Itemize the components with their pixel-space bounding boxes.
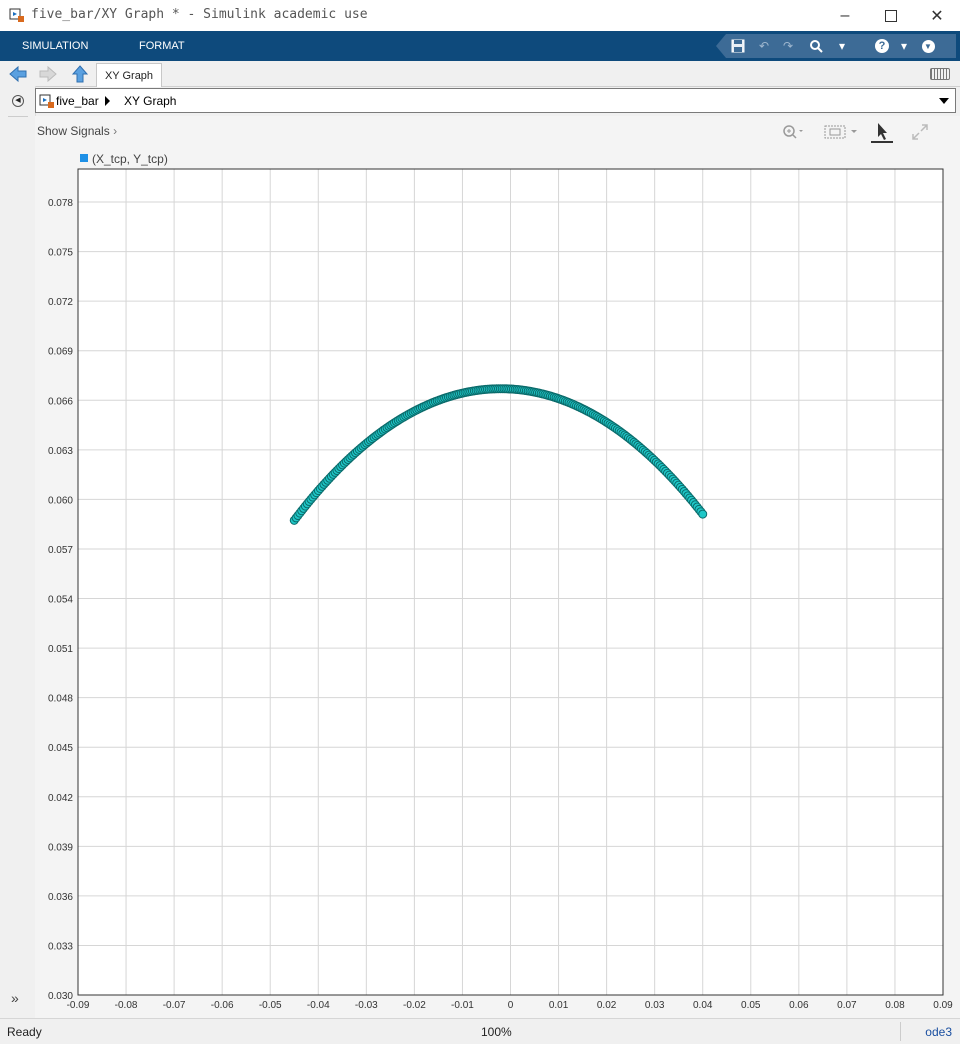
x-tick-label: -0.03 (355, 1000, 378, 1011)
back-arrow-icon[interactable] (8, 64, 28, 84)
expand-icon[interactable]: » (11, 990, 19, 1006)
navigation-row: XY Graph (0, 61, 960, 87)
minimize-icon[interactable]: – (822, 0, 868, 31)
y-tick-label: 0.042 (48, 793, 73, 804)
x-tick-label: 0.05 (741, 1000, 761, 1011)
status-text: Ready (7, 1025, 42, 1039)
status-divider (900, 1022, 901, 1041)
show-signals-label: Show Signals (37, 124, 110, 138)
y-tick-label: 0.033 (48, 941, 73, 952)
x-tick-label: -0.05 (259, 1000, 282, 1011)
x-tick-label: -0.02 (403, 1000, 426, 1011)
quick-access-toolbar: ↶ ↷ ▾ ? ▾ ▼ (716, 34, 956, 58)
x-tick-label: 0.04 (693, 1000, 713, 1011)
y-tick-label: 0.078 (48, 198, 73, 209)
search-icon[interactable] (808, 38, 824, 54)
x-tick-label: 0 (508, 1000, 514, 1011)
y-tick-label: 0.036 (48, 892, 73, 903)
legend-swatch (80, 154, 88, 162)
y-tick-label: 0.030 (48, 991, 73, 1002)
x-tick-label: 0.09 (933, 1000, 953, 1011)
y-tick-label: 0.063 (48, 446, 73, 457)
y-tick-label: 0.072 (48, 297, 73, 308)
window-title: five_bar/XY Graph * - Simulink academic … (31, 7, 368, 22)
collapse-icon[interactable]: ▼ (920, 38, 936, 54)
help-icon[interactable]: ? (874, 38, 890, 54)
tab-simulation[interactable]: SIMULATION (22, 40, 88, 52)
cursor-icon[interactable] (871, 121, 893, 143)
x-tick-label: 0.03 (645, 1000, 665, 1011)
title-bar: five_bar/XY Graph * - Simulink academic … (0, 0, 960, 32)
xy-plot[interactable]: -0.09 -0.08 -0.07 -0.06 -0.05 -0.04 -0.03 -0.02… (35, 165, 955, 1015)
y-tick-label: 0.057 (48, 545, 73, 556)
x-tick-label: 0.01 (549, 1000, 569, 1011)
legend-label: (X_tcp, Y_tcp) (92, 152, 168, 166)
hide-browser-icon[interactable]: ◀ (12, 95, 24, 107)
left-strip: ◀ » (0, 86, 36, 1018)
zoom-level: 100% (481, 1025, 512, 1039)
x-tick-label: -0.06 (211, 1000, 234, 1011)
keyboard-icon[interactable] (930, 68, 950, 80)
undo-icon[interactable]: ↶ (756, 38, 772, 54)
x-tick-label: 0.02 (597, 1000, 617, 1011)
x-tick-label: 0.07 (837, 1000, 857, 1011)
y-tick-label: 0.066 (48, 396, 73, 407)
forward-arrow-icon[interactable] (38, 64, 58, 84)
breadcrumb-separator-icon (105, 96, 110, 106)
simulink-app-icon (9, 8, 24, 22)
address-dropdown-icon[interactable] (939, 98, 949, 104)
y-tick-label: 0.060 (48, 495, 73, 506)
y-tick-label: 0.039 (48, 842, 73, 853)
data-point (698, 509, 708, 519)
breadcrumb-block[interactable]: XY Graph (124, 94, 176, 108)
model-icon (39, 94, 54, 108)
zoom-icon[interactable] (782, 121, 804, 143)
y-tick-label: 0.075 (48, 248, 73, 259)
y-tick-label: 0.054 (48, 595, 73, 606)
x-tick-label: 0.08 (885, 1000, 905, 1011)
fit-view-icon[interactable] (824, 121, 862, 143)
tab-xy-graph[interactable]: XY Graph (96, 63, 162, 87)
x-tick-label: 0.06 (789, 1000, 809, 1011)
x-tick-label: -0.04 (307, 1000, 330, 1011)
y-tick-label: 0.045 (48, 743, 73, 754)
y-tick-label: 0.048 (48, 694, 73, 705)
maximize-icon[interactable] (868, 0, 914, 31)
up-arrow-icon[interactable] (70, 64, 90, 84)
show-signals-button[interactable]: Show Signals › (37, 124, 117, 138)
breadcrumb-model[interactable]: five_bar (56, 94, 99, 108)
x-tick-label: -0.08 (115, 1000, 138, 1011)
expand-plot-icon[interactable] (909, 121, 931, 143)
toolstrip: SIMULATION FORMAT ↶ ↷ ▾ ? ▾ ▼ (0, 31, 960, 61)
address-bar[interactable]: five_bar XY Graph (35, 88, 956, 113)
x-tick-label: -0.01 (451, 1000, 474, 1011)
y-tick-label: 0.069 (48, 347, 73, 358)
redo-icon[interactable]: ↷ (780, 38, 796, 54)
close-icon[interactable]: ✕ (914, 0, 960, 31)
more-icon[interactable]: ▾ (834, 38, 850, 54)
x-tick-label: -0.07 (163, 1000, 186, 1011)
solver-link[interactable]: ode3 (925, 1025, 952, 1039)
status-bar: Ready 100% ode3 (0, 1018, 960, 1044)
tab-format[interactable]: FORMAT (139, 40, 185, 52)
save-icon[interactable] (730, 38, 746, 54)
y-tick-label: 0.051 (48, 644, 73, 655)
strip-divider (8, 116, 28, 117)
help-dropdown-icon[interactable]: ▾ (896, 38, 912, 54)
